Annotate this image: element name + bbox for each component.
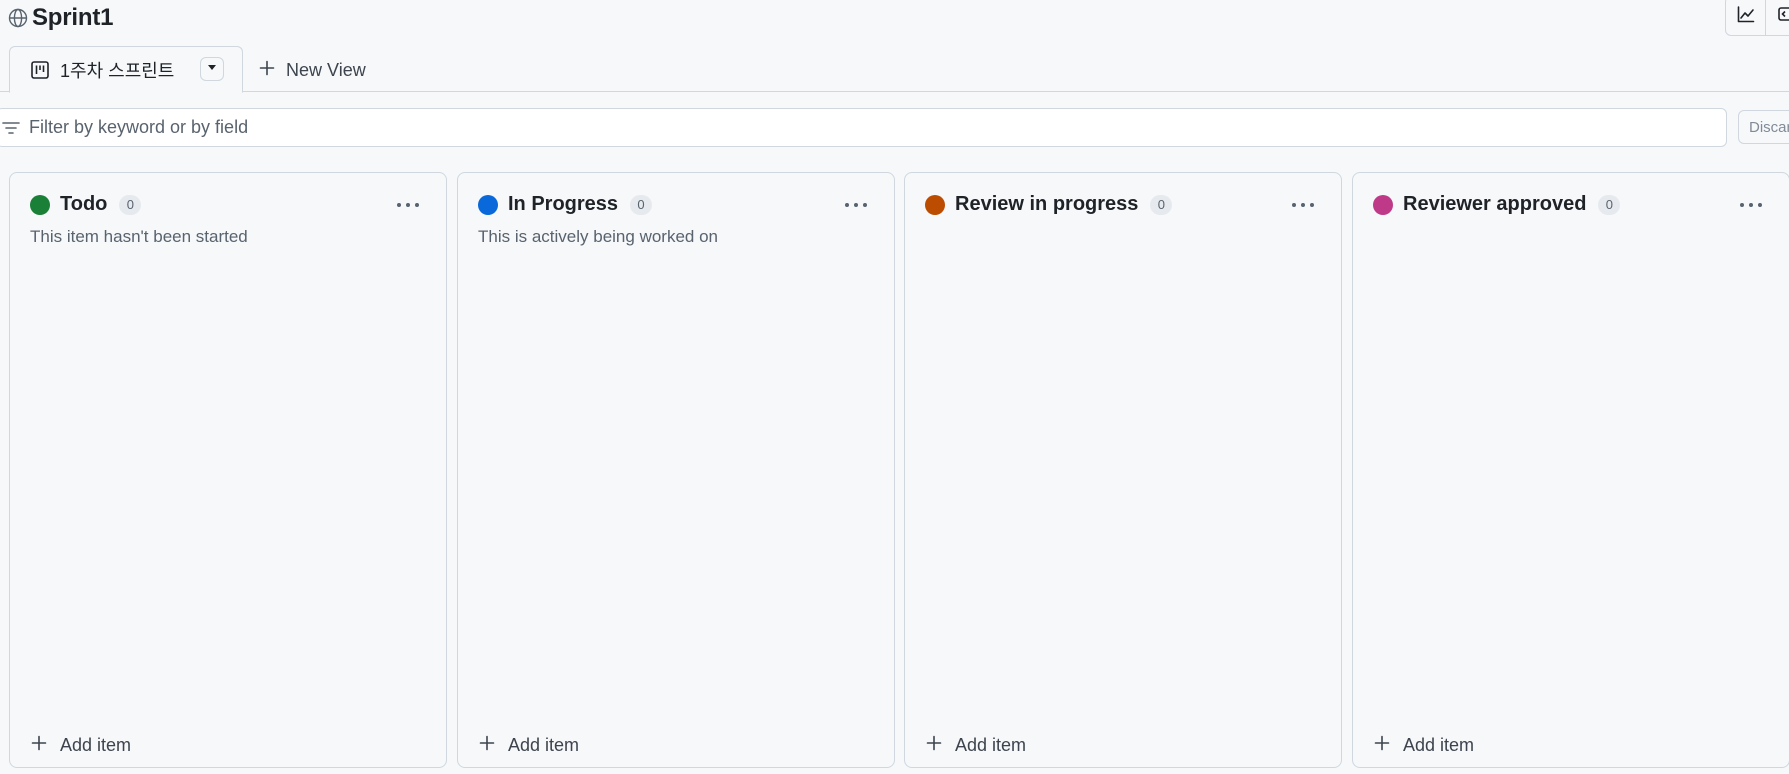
add-item-button[interactable]: Add item [925,731,1026,759]
project-title: Sprint1 [32,4,114,31]
filter-input[interactable] [27,116,1627,139]
item-count-badge: 0 [630,194,653,215]
status-color-dot [1373,194,1393,215]
discard-button[interactable]: Discard [1738,110,1789,144]
column-description: This item hasn't been started [30,227,248,246]
column-menu-button[interactable] [1737,195,1765,213]
column-title: Review in progress [955,193,1139,215]
kebab-horizontal-icon [396,195,420,213]
add-item-label: Add item [955,734,1027,755]
graph-icon [1737,5,1755,28]
filter-icon [1,118,21,138]
header-actions [1725,0,1789,36]
add-item-label: Add item [60,734,132,755]
kebab-horizontal-icon [844,195,868,213]
project-title-wrap: Sprint1 [8,4,113,32]
add-item-label: Add item [508,734,580,755]
item-count-badge: 0 [1598,194,1621,215]
plus-icon [258,59,276,82]
add-item-label: Add item [1403,734,1475,755]
sidebar-toggle-button[interactable] [1766,0,1789,35]
status-color-dot [478,194,498,215]
filter-bar [0,108,1727,147]
view-tabs: 1주차 스프린트 New View [0,46,1789,93]
item-count-badge: 0 [119,194,142,215]
tab-view-1[interactable]: 1주차 스프린트 [9,46,243,93]
plus-icon [478,734,496,757]
column-header: Review in progress 0 [925,193,1173,216]
column-menu-button[interactable] [1289,195,1317,213]
tab-view-label: 1주차 스프린트 [60,60,175,81]
plus-icon [925,734,943,757]
item-count-badge: 0 [1150,194,1173,215]
column-title: In Progress [508,193,619,215]
sidebar-expand-icon [1777,5,1789,28]
column-title: Reviewer approved [1403,193,1587,215]
column-title: Todo [60,193,108,215]
column-menu-button[interactable] [394,195,422,213]
column-header: Todo 0 [30,193,142,216]
board-column-in-progress: In Progress 0 This is actively being wor… [457,172,895,768]
column-header: In Progress 0 [478,193,653,216]
kebab-horizontal-icon [1739,195,1763,213]
add-item-button[interactable]: Add item [30,731,131,759]
column-description: This is actively being worked on [478,227,719,246]
plus-icon [30,734,48,757]
plus-icon [1373,734,1391,757]
kebab-horizontal-icon [1291,195,1315,213]
column-menu-button[interactable] [842,195,870,213]
add-item-button[interactable]: Add item [1373,731,1474,759]
column-header: Reviewer approved 0 [1373,193,1621,216]
status-color-dot [30,194,50,215]
board-column-todo: Todo 0 This item hasn't been started Add… [9,172,447,768]
project-board-icon [30,60,50,80]
new-view-button[interactable]: New View [258,56,366,84]
view-options-button[interactable] [200,57,224,81]
project-header: Sprint1 [0,0,1789,38]
add-item-button[interactable]: Add item [478,731,579,759]
new-view-label: New View [286,59,366,80]
board-column-review-in-progress: Review in progress 0 Add item [904,172,1342,768]
triangle-down-icon [206,60,218,78]
board-column-reviewer-approved: Reviewer approved 0 Add item [1352,172,1789,768]
status-color-dot [925,194,945,215]
insights-button[interactable] [1726,0,1766,35]
globe-icon [8,8,28,28]
